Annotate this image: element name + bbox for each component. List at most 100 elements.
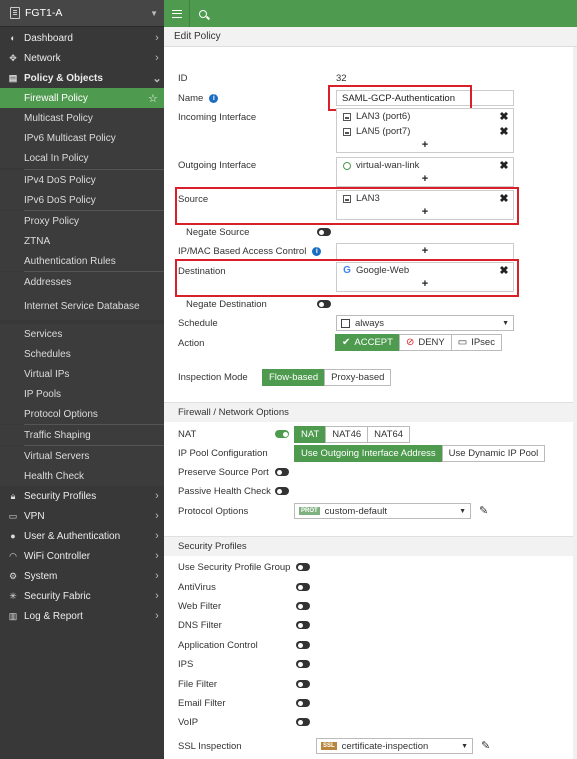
nav-vpn[interactable]: ▭ VPN › xyxy=(0,506,164,526)
caret-down-icon: ▼ xyxy=(502,319,509,327)
application-control-toggle[interactable] xyxy=(296,641,310,649)
ip-pool-buttons: Use Outgoing Interface Address Use Dynam… xyxy=(294,445,546,462)
sidebar-item-firewall-policy[interactable]: Firewall Policy ☆ xyxy=(0,88,164,108)
nav-dashboard[interactable]: ◐ Dashboard › xyxy=(0,28,164,48)
negate-source-toggle[interactable] xyxy=(317,228,331,236)
nat64-button[interactable]: NAT64 xyxy=(367,426,411,443)
nav-user-authentication[interactable]: ● User & Authentication › xyxy=(0,526,164,546)
nat-toggle[interactable] xyxy=(275,430,289,438)
sidebar-item-health-check[interactable]: Health Check xyxy=(0,466,164,486)
nav-security-profiles[interactable]: 🔒︎ Security Profiles › xyxy=(0,486,164,506)
add-icon[interactable]: + xyxy=(337,139,513,152)
web-filter-toggle[interactable] xyxy=(296,602,310,610)
passive-health-check-label: Passive Health Check xyxy=(178,486,271,497)
info-icon[interactable]: i xyxy=(312,246,322,256)
ips-toggle[interactable] xyxy=(296,660,310,668)
sidebar-item-multicast-policy[interactable]: Multicast Policy xyxy=(0,108,164,128)
id-label: ID xyxy=(178,73,188,84)
sidebar-item-virtual-ips[interactable]: Virtual IPs xyxy=(0,364,164,384)
incoming-interface-box[interactable]: LAN3 (port6) ✖ LAN5 (port7) ✖ + xyxy=(336,108,514,153)
search-button[interactable] xyxy=(190,0,216,27)
email-filter-toggle[interactable] xyxy=(296,699,310,707)
device-selector[interactable]: FGT1-A ▼ xyxy=(0,0,164,27)
nav-security-fabric[interactable]: ✳ Security Fabric › xyxy=(0,586,164,606)
monitor-icon: ▭ xyxy=(457,337,468,348)
use-outgoing-interface-button[interactable]: Use Outgoing Interface Address xyxy=(294,445,443,462)
deny-button[interactable]: ⊘ DENY xyxy=(398,334,452,351)
proxy-based-button[interactable]: Proxy-based xyxy=(324,369,392,386)
prot-badge: PROT xyxy=(299,507,320,515)
user-icon: ● xyxy=(10,531,16,541)
menu-toggle-button[interactable] xyxy=(164,0,190,27)
sidebar-item-schedules[interactable]: Schedules xyxy=(0,344,164,364)
device-icon xyxy=(10,7,20,19)
chevron-right-icon: › xyxy=(155,530,159,542)
antivirus-toggle[interactable] xyxy=(296,583,310,591)
dashboard-icon: ◐ xyxy=(10,33,16,43)
sidebar-item-services[interactable]: Services xyxy=(0,324,164,344)
info-icon[interactable]: i xyxy=(209,93,219,103)
negate-destination-toggle[interactable] xyxy=(317,300,331,308)
use-dynamic-ip-pool-button[interactable]: Use Dynamic IP Pool xyxy=(441,445,546,462)
schedule-select[interactable]: always ▼ xyxy=(336,315,514,331)
preserve-source-port-toggle[interactable] xyxy=(275,468,289,476)
sidebar-item-ip-pools[interactable]: IP Pools xyxy=(0,384,164,404)
ssl-inspection-select[interactable]: SSL certificate-inspection ▼ xyxy=(316,738,473,754)
nat-button[interactable]: NAT xyxy=(294,426,327,443)
check-icon: ✔ xyxy=(342,337,351,348)
protocol-options-select[interactable]: PROT custom-default ▼ xyxy=(294,503,471,519)
ips-label: IPS xyxy=(178,659,194,670)
sidebar-item-protocol-options[interactable]: Protocol Options xyxy=(0,404,164,424)
sidebar-item-addresses[interactable]: Addresses xyxy=(0,272,164,292)
wifi-icon: ◠ xyxy=(9,550,17,561)
add-icon[interactable]: + xyxy=(337,244,513,257)
sidebar-item-internet-service-database[interactable]: Internet Service Database xyxy=(0,292,164,320)
file-filter-toggle[interactable] xyxy=(296,680,310,688)
sidebar-item-local-in-policy[interactable]: Local In Policy xyxy=(0,148,164,168)
block-icon: ⊘ xyxy=(405,337,415,348)
flow-based-button[interactable]: Flow-based xyxy=(262,369,326,386)
star-icon[interactable]: ☆ xyxy=(148,92,164,105)
ipsec-button[interactable]: ▭ IPsec xyxy=(450,334,502,351)
sidebar: FGT1-A ▼ ◐ Dashboard › ✥ Network › ▤ Policy &… xyxy=(0,0,164,759)
lock-icon: 🔒︎ xyxy=(10,490,16,501)
sidebar-item-authentication-rules[interactable]: Authentication Rules xyxy=(0,251,164,271)
chart-icon: ▥ xyxy=(8,610,18,621)
edit-icon[interactable]: ✎ xyxy=(481,739,490,752)
edit-icon[interactable]: ✎ xyxy=(479,504,488,517)
sidebar-item-proxy-policy[interactable]: Proxy Policy xyxy=(0,211,164,231)
action-buttons: ✔ ACCEPT ⊘ DENY ▭ IPsec xyxy=(335,334,502,351)
ipmac-box[interactable]: + xyxy=(336,243,514,260)
sidebar-item-ipv6-dos-policy[interactable]: IPv6 DoS Policy xyxy=(0,190,164,210)
sidebar-item-virtual-servers[interactable]: Virtual Servers xyxy=(0,446,164,466)
scrollbar[interactable] xyxy=(573,47,577,759)
nav-policy-objects[interactable]: ▤ Policy & Objects ⌄ xyxy=(0,68,164,88)
sidebar-item-ztna[interactable]: ZTNA xyxy=(0,231,164,251)
accept-button[interactable]: ✔ ACCEPT xyxy=(335,334,400,351)
security-profile-group-toggle[interactable] xyxy=(296,563,310,571)
outgoing-interface-box[interactable]: virtual-wan-link ✖ + xyxy=(336,157,514,187)
nav-log-report[interactable]: ▥ Log & Report › xyxy=(0,606,164,626)
chevron-right-icon: › xyxy=(155,32,159,44)
web-filter-label: Web Filter xyxy=(178,601,222,612)
sidebar-item-traffic-shaping[interactable]: Traffic Shaping xyxy=(0,425,164,445)
chevron-down-icon: ⌄ xyxy=(152,72,162,85)
dns-filter-toggle[interactable] xyxy=(296,621,310,629)
sidebar-item-ipv6-multicast-policy[interactable]: IPv6 Multicast Policy xyxy=(0,128,164,148)
voip-toggle[interactable] xyxy=(296,718,310,726)
nat46-button[interactable]: NAT46 xyxy=(325,426,369,443)
dns-filter-label: DNS Filter xyxy=(178,620,222,631)
nav-network[interactable]: ✥ Network › xyxy=(0,48,164,68)
ipmac-label: IP/MAC Based Access Control i xyxy=(178,246,322,257)
add-icon[interactable]: + xyxy=(337,173,513,186)
remove-icon[interactable]: ✖ xyxy=(499,159,509,172)
remove-icon[interactable]: ✖ xyxy=(499,125,509,138)
section-header-firewall: Firewall / Network Options xyxy=(164,402,577,422)
sidebar-item-ipv4-dos-policy[interactable]: IPv4 DoS Policy xyxy=(0,170,164,190)
nav-system[interactable]: ⚙ System › xyxy=(0,566,164,586)
id-value: 32 xyxy=(336,73,347,84)
remove-icon[interactable]: ✖ xyxy=(499,110,509,123)
passive-health-check-toggle[interactable] xyxy=(275,487,289,495)
nav-wifi-controller[interactable]: ◠ WiFi Controller › xyxy=(0,546,164,566)
port-icon xyxy=(342,112,352,121)
